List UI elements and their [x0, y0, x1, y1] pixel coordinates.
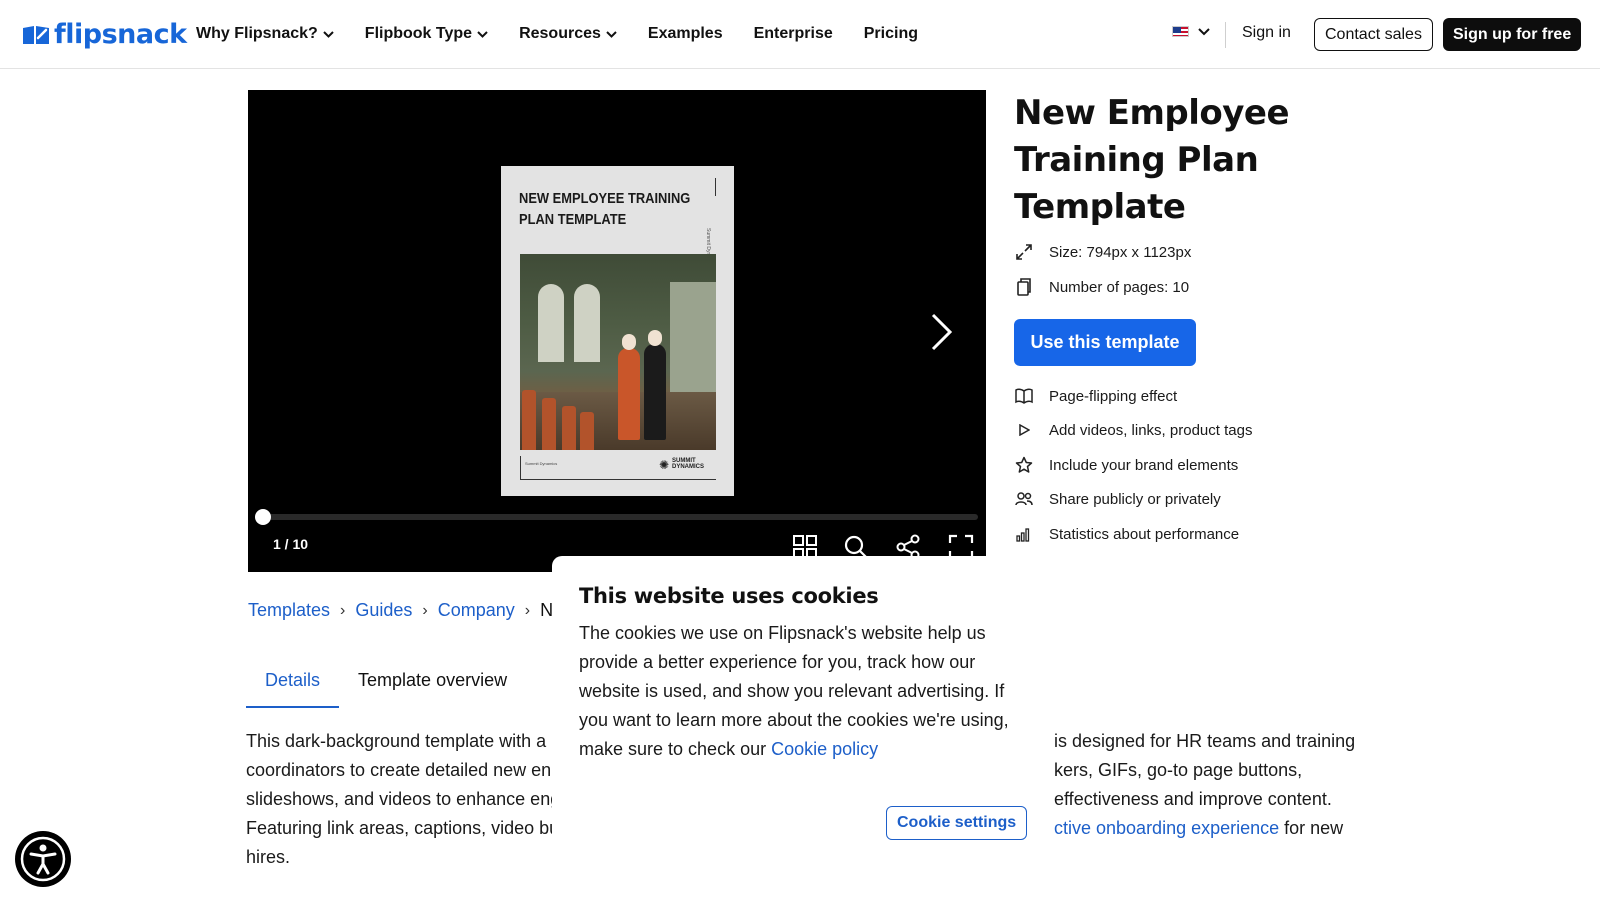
- main-nav: Why Flipsnack? Flipbook Type Resources E…: [196, 22, 949, 46]
- header-divider: [1225, 22, 1226, 48]
- photo-person-head: [648, 330, 662, 346]
- photo-chair: [522, 390, 536, 450]
- nav-enterprise[interactable]: Enterprise: [754, 22, 833, 46]
- use-template-button[interactable]: Use this template: [1014, 319, 1196, 366]
- photo-person: [644, 344, 666, 440]
- breadcrumb-guides[interactable]: Guides: [355, 600, 412, 621]
- nav-examples[interactable]: Examples: [648, 22, 723, 46]
- contact-sales-button[interactable]: Contact sales: [1314, 18, 1433, 51]
- breadcrumb-separator: ›: [422, 601, 428, 619]
- nav-why-flipsnack[interactable]: Why Flipsnack?: [196, 22, 334, 46]
- resize-icon: [1014, 242, 1034, 262]
- template-title: New Employee Training Plan Template: [1014, 93, 1290, 227]
- open-book-icon: [1014, 386, 1034, 406]
- cookie-title: This website uses cookies: [579, 584, 879, 608]
- next-page-arrow-icon[interactable]: [930, 312, 954, 352]
- chevron-down-icon: [477, 30, 488, 38]
- feature-statistics: Statistics about performance: [1014, 524, 1239, 544]
- photo-arch: [574, 284, 600, 362]
- language-selector[interactable]: [1172, 26, 1210, 37]
- us-flag-icon: [1172, 26, 1189, 37]
- cover-bottom-text: Summit Dynamics: [525, 461, 558, 466]
- users-icon: [1014, 489, 1034, 509]
- flipsnack-logo[interactable]: flipsnack: [22, 19, 187, 50]
- tab-details[interactable]: Details: [246, 660, 340, 708]
- feature-share: Share publicly or privately: [1014, 489, 1221, 509]
- nav-resources[interactable]: Resources: [519, 22, 617, 46]
- accessibility-button[interactable]: [15, 831, 71, 887]
- breadcrumb-separator: ›: [340, 601, 346, 619]
- feature-videos-links: Add videos, links, product tags: [1014, 420, 1252, 440]
- photo-chair: [542, 398, 556, 450]
- photo-chair: [562, 406, 576, 450]
- play-icon: [1014, 420, 1034, 440]
- cookie-policy-link[interactable]: Cookie policy: [771, 739, 878, 759]
- cover-decor-line: [715, 178, 716, 196]
- onboarding-experience-link[interactable]: ctive onboarding experience: [1054, 818, 1279, 838]
- breadcrumb-separator: ›: [524, 601, 531, 619]
- breadcrumb-company[interactable]: Company: [438, 600, 515, 621]
- progress-knob[interactable]: [255, 509, 271, 525]
- cover-title: NEW EMPLOYEE TRAINING PLAN TEMPLATE: [519, 190, 691, 228]
- nav-pricing[interactable]: Pricing: [864, 22, 918, 46]
- cookie-settings-button[interactable]: Cookie settings: [886, 806, 1028, 840]
- pages-info: Number of pages: 10: [1014, 277, 1189, 297]
- photo-chair: [580, 412, 594, 450]
- content-tabs: Details Template overview: [246, 660, 526, 708]
- breadcrumb-templates[interactable]: Templates: [248, 600, 330, 621]
- feature-brand-elements: Include your brand elements: [1014, 455, 1238, 475]
- breadcrumb: Templates › Guides › Company › Ne: [248, 600, 563, 621]
- chevron-down-icon: [606, 30, 617, 38]
- chevron-down-icon: [1198, 27, 1210, 35]
- sign-in-link[interactable]: Sign in: [1242, 24, 1291, 42]
- star-icon: [1014, 455, 1034, 475]
- logo-book-icon: [23, 25, 49, 44]
- sign-up-button[interactable]: Sign up for free: [1443, 18, 1582, 51]
- tab-template-overview[interactable]: Template overview: [339, 660, 526, 708]
- cover-photo: [520, 254, 716, 450]
- cookie-consent-panel: This website uses cookies The cookies we…: [552, 556, 1042, 900]
- photo-arch: [538, 284, 564, 362]
- feature-page-flip: Page-flipping effect: [1014, 386, 1177, 406]
- cover-brand: SUMMIT DYNAMICS: [672, 458, 705, 470]
- page-indicator: 1 / 10: [273, 536, 309, 552]
- photo-person: [618, 348, 640, 440]
- pages-icon: [1014, 277, 1034, 297]
- nav-flipbook-type[interactable]: Flipbook Type: [365, 22, 488, 46]
- photo-door: [670, 282, 716, 402]
- logo-text: flipsnack: [54, 19, 187, 50]
- photo-person-head: [622, 334, 636, 350]
- site-header: flipsnack Why Flipsnack? Flipbook Type R…: [0, 0, 1600, 69]
- flipbook-viewer[interactable]: NEW EMPLOYEE TRAINING PLAN TEMPLATE Summ…: [248, 90, 986, 572]
- sunburst-logo-icon: ✺: [659, 458, 670, 472]
- cookie-text: The cookies we use on Flipsnack's websit…: [579, 623, 1009, 759]
- flipbook-cover-page[interactable]: NEW EMPLOYEE TRAINING PLAN TEMPLATE Summ…: [501, 166, 734, 496]
- size-info: Size: 794px x 1123px: [1014, 242, 1191, 262]
- chevron-down-icon: [323, 30, 334, 38]
- bar-chart-icon: [1014, 524, 1034, 544]
- page-progress-bar[interactable]: [255, 509, 978, 525]
- accessibility-icon: [20, 836, 66, 882]
